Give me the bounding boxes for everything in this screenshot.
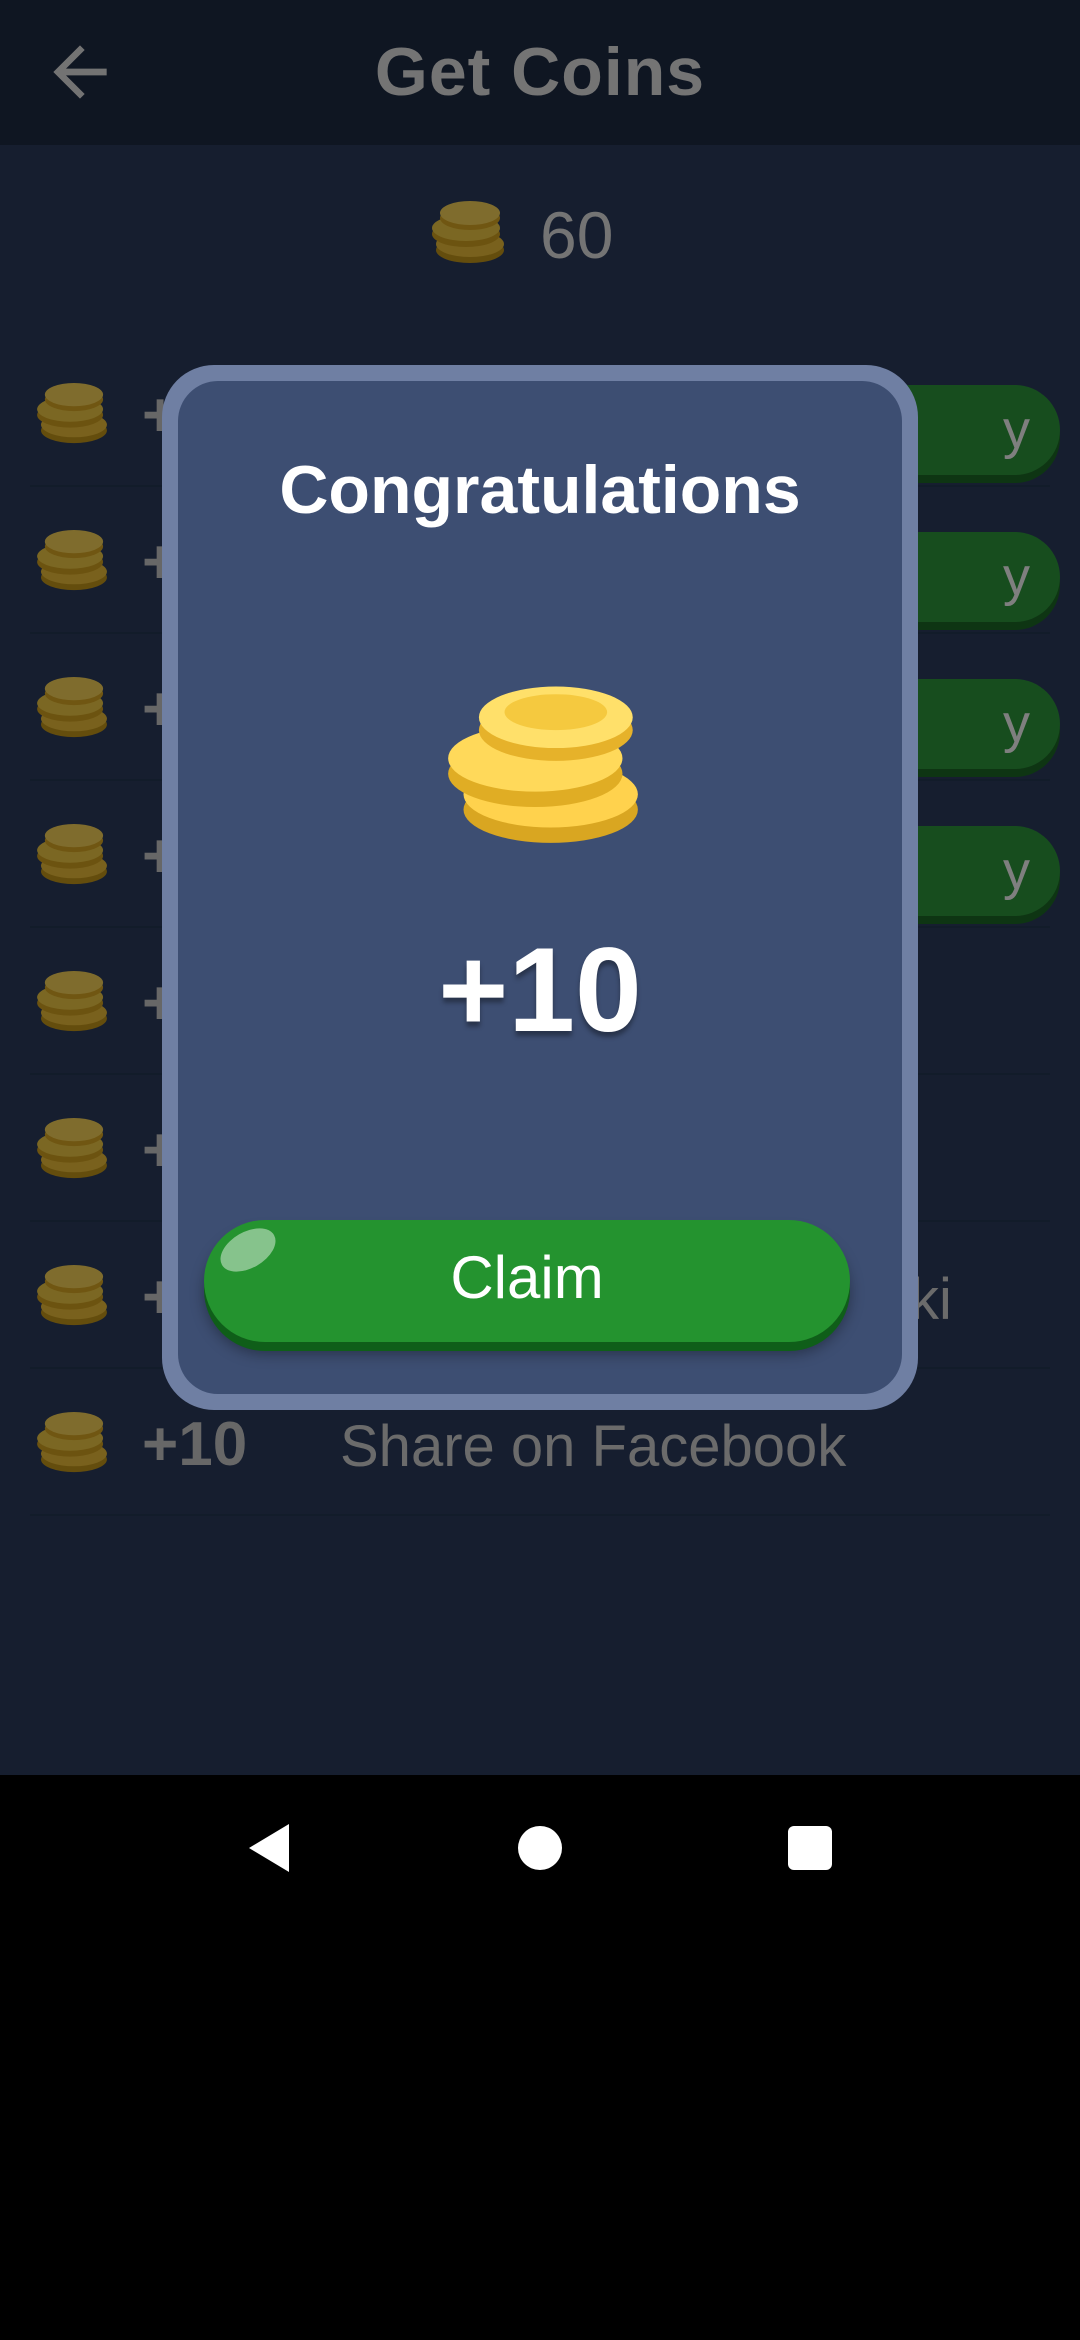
reward-amount-display: +10 xyxy=(438,923,642,1057)
get-coins-screen: Get Coins 60 +10 y +10 y +10 y xyxy=(0,0,1080,1775)
circle-home-icon[interactable] xyxy=(518,1826,562,1870)
claim-label: Claim xyxy=(450,1244,604,1311)
claim-button[interactable]: Claim xyxy=(204,1219,850,1342)
coin-stack-icon xyxy=(448,686,638,843)
dialog-title: Congratulations xyxy=(279,452,801,528)
square-recents-icon[interactable] xyxy=(788,1826,832,1870)
triangle-back-icon[interactable] xyxy=(245,1822,293,1874)
